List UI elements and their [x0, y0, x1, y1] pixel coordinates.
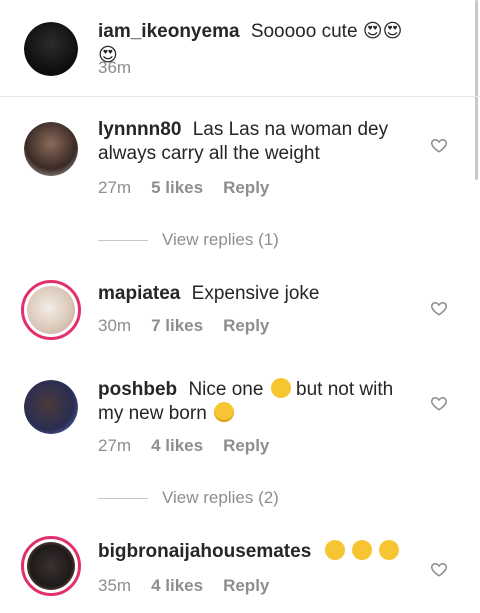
avatar[interactable]: [21, 280, 81, 340]
comment-username[interactable]: iam_ikeonyema: [98, 21, 240, 42]
likes-count[interactable]: 4 likes: [151, 436, 203, 456]
likes-count[interactable]: 4 likes: [151, 576, 203, 596]
comment-text: poshbeb Nice one but not with my new bor…: [98, 378, 420, 426]
comment-text: mapiatea Expensive joke: [98, 282, 420, 306]
view-replies[interactable]: View replies (2): [98, 488, 279, 508]
comment-time: 27m: [98, 436, 132, 455]
comment-meta: 35m 4 likes Reply: [98, 576, 269, 596]
comment-item: bigbronaijahousemates 35m 4 likes Reply: [0, 516, 480, 613]
comment-meta: 36m: [98, 58, 131, 78]
comment-username[interactable]: mapiatea: [98, 283, 180, 304]
reply-button[interactable]: Reply: [223, 178, 269, 198]
comment-time: 27m: [98, 178, 132, 197]
view-replies-line: [98, 497, 148, 499]
comment-username[interactable]: poshbeb: [98, 379, 177, 400]
face-with-rolling-eyes-emoji: [214, 402, 235, 422]
likes-count[interactable]: 5 likes: [151, 178, 203, 198]
comment-meta: 30m 7 likes Reply: [98, 316, 269, 336]
comment-time: 30m: [98, 316, 132, 335]
comment-item: mapiatea Expensive joke 30m 7 likes Repl…: [0, 266, 480, 366]
comment-meta: 27m 5 likes Reply: [98, 178, 269, 198]
comment-username[interactable]: lynnnn80: [98, 119, 181, 140]
avatar[interactable]: [24, 380, 78, 434]
view-replies[interactable]: View replies (1): [98, 230, 279, 250]
heart-icon[interactable]: [430, 136, 448, 154]
clapping-hands-emoji: [270, 378, 291, 398]
comment-text: lynnnn80 Las Las na woman dey always car…: [98, 118, 420, 166]
heart-icon[interactable]: [430, 394, 448, 412]
comment-body: Nice one: [188, 379, 264, 400]
comment-text: iam_ikeonyema Sooooo cute 😍😍😍: [98, 20, 420, 68]
heart-icon[interactable]: [430, 299, 448, 317]
view-replies-line: [98, 239, 148, 241]
avatar[interactable]: [24, 122, 78, 176]
avatar[interactable]: [21, 536, 81, 596]
reply-button[interactable]: Reply: [223, 436, 269, 456]
comment-item: lynnnn80 Las Las na woman dey always car…: [0, 96, 480, 266]
comment-body: Expensive joke: [191, 283, 320, 304]
face-with-open-mouth-emoji: [351, 540, 372, 560]
view-replies-label[interactable]: View replies (2): [162, 488, 279, 508]
view-replies-label[interactable]: View replies (1): [162, 230, 279, 250]
reply-button[interactable]: Reply: [223, 576, 269, 596]
comment-time: 35m: [98, 576, 132, 595]
heart-icon[interactable]: [430, 560, 448, 578]
comment-username[interactable]: bigbronaijahousemates: [98, 541, 311, 562]
comment-text: bigbronaijahousemates: [98, 540, 420, 564]
comment-item: iam_ikeonyema Sooooo cute 😍😍😍 36m: [0, 0, 480, 96]
comment-meta: 27m 4 likes Reply: [98, 436, 269, 456]
reply-button[interactable]: Reply: [223, 316, 269, 336]
face-with-open-mouth-emoji: [324, 540, 345, 560]
face-with-open-mouth-emoji: [379, 540, 400, 560]
likes-count[interactable]: 7 likes: [151, 316, 203, 336]
comment-time: 36m: [98, 58, 132, 77]
comment-item: poshbeb Nice one but not with my new bor…: [0, 366, 480, 516]
avatar[interactable]: [24, 22, 78, 76]
